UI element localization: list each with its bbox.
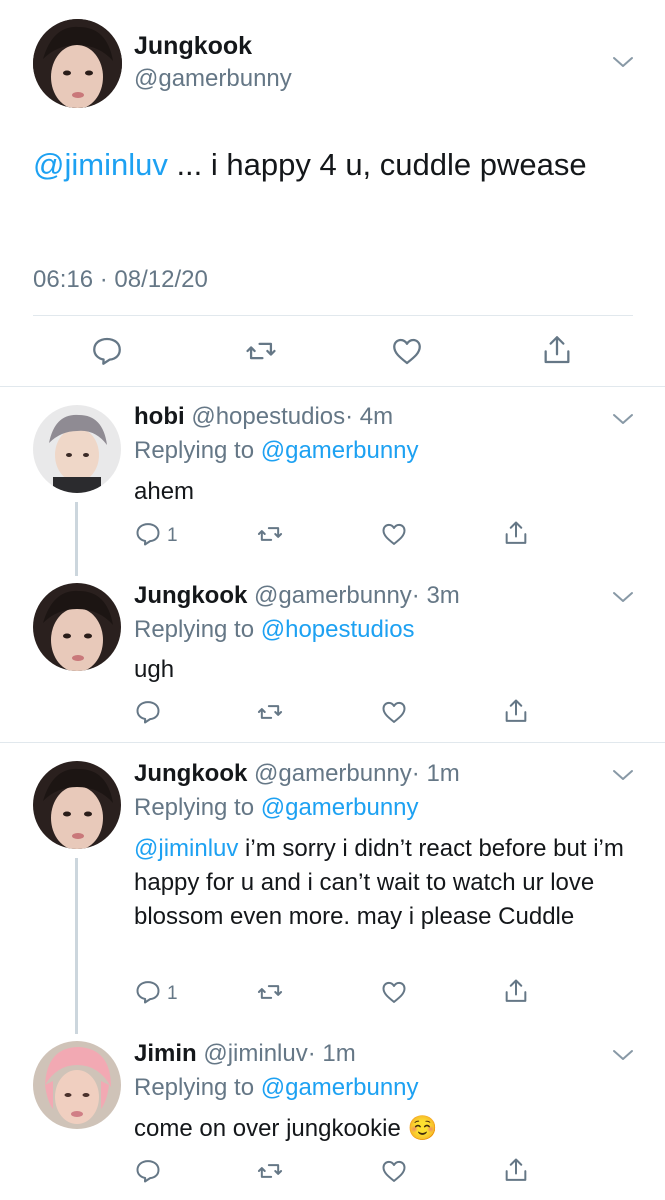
replying-to: Replying to @gamerbunny — [134, 1074, 419, 1102]
divider — [0, 742, 665, 743]
author-name[interactable]: Jimin — [134, 1040, 197, 1067]
like-icon[interactable] — [390, 334, 424, 368]
reply-count: 1 — [167, 983, 178, 1004]
author-handle[interactable]: @gamerbunny — [134, 65, 292, 93]
tweet-text: @jiminluv ... i happy 4 u, cuddle pwease — [33, 138, 623, 192]
replying-to: Replying to @gamerbunny — [134, 437, 419, 465]
author-name[interactable]: Jungkook — [134, 582, 247, 609]
like-icon[interactable] — [380, 1157, 408, 1185]
like-icon[interactable] — [380, 520, 408, 548]
like-icon[interactable] — [380, 978, 408, 1006]
reply-text: @jiminluv i’m sorry i didn’t react befor… — [134, 832, 639, 934]
share-icon[interactable] — [540, 333, 574, 367]
reply-icon[interactable] — [134, 1157, 162, 1185]
replying-to-prefix: Replying to — [134, 437, 261, 464]
reply-time[interactable]: · 3m — [412, 582, 460, 609]
tweet-body: ... i happy 4 u, cuddle pwease — [167, 147, 587, 182]
thread-line — [75, 502, 78, 576]
author-name[interactable]: Jungkook — [134, 32, 252, 61]
author-handle[interactable]: @jiminluv — [203, 1040, 307, 1067]
replying-to: Replying to @gamerbunny — [134, 794, 419, 822]
reply-header: Jungkook @gamerbunny· 3m — [134, 582, 460, 610]
replying-to-prefix: Replying to — [134, 616, 261, 643]
replying-to-prefix: Replying to — [134, 794, 261, 821]
chevron-down-icon[interactable] — [611, 1043, 635, 1067]
reply-time[interactable]: · 1m — [412, 760, 460, 787]
chevron-down-icon[interactable] — [611, 50, 635, 74]
replying-to-link[interactable]: @gamerbunny — [261, 1074, 419, 1101]
author-handle[interactable]: @hopestudios — [191, 403, 345, 430]
retweet-icon[interactable] — [256, 1157, 284, 1185]
author-handle[interactable]: @gamerbunny — [254, 582, 412, 609]
replying-to-link[interactable]: @gamerbunny — [261, 437, 419, 464]
retweet-icon[interactable] — [244, 334, 278, 368]
reply-icon[interactable] — [134, 978, 162, 1006]
reply-icon[interactable] — [134, 520, 162, 548]
like-icon[interactable] — [380, 698, 408, 726]
replying-to-prefix: Replying to — [134, 1074, 261, 1101]
author-handle[interactable]: @gamerbunny — [254, 760, 412, 787]
retweet-icon[interactable] — [256, 698, 284, 726]
author-name[interactable]: Jungkook — [134, 760, 247, 787]
reply-header: Jungkook @gamerbunny· 1m — [134, 760, 460, 788]
share-icon[interactable] — [502, 519, 530, 547]
replying-to-link[interactable]: @hopestudios — [261, 616, 415, 643]
avatar-jimin[interactable] — [33, 1041, 121, 1129]
chevron-down-icon[interactable] — [611, 407, 635, 431]
replying-to: Replying to @hopestudios — [134, 616, 415, 644]
mention-link[interactable]: @jiminluv — [134, 835, 238, 862]
author-name[interactable]: hobi — [134, 403, 185, 430]
share-icon[interactable] — [502, 697, 530, 725]
avatar-jungkook-main[interactable] — [33, 19, 122, 108]
reply-icon[interactable] — [134, 698, 162, 726]
retweet-icon[interactable] — [256, 520, 284, 548]
reply-count: 1 — [167, 525, 178, 546]
mention-link[interactable]: @jiminluv — [33, 147, 168, 182]
divider — [33, 315, 633, 316]
reply-header: hobi @hopestudios· 4m — [134, 403, 393, 431]
chevron-down-icon[interactable] — [611, 763, 635, 787]
reply-time[interactable]: · 4m — [345, 403, 393, 430]
divider — [0, 386, 665, 387]
share-icon[interactable] — [502, 1156, 530, 1184]
avatar-jungkook[interactable] — [33, 583, 121, 671]
reply-time[interactable]: · 1m — [308, 1040, 356, 1067]
tweet-timestamp[interactable]: 06:16 · 08/12/20 — [33, 266, 208, 294]
reply-header: Jimin @jiminluv· 1m — [134, 1040, 356, 1068]
replying-to-link[interactable]: @gamerbunny — [261, 794, 419, 821]
avatar-hobi[interactable] — [33, 405, 121, 493]
reply-icon[interactable] — [90, 334, 124, 368]
thread-line — [75, 858, 78, 1034]
reply-text: ugh — [134, 656, 175, 683]
avatar-jungkook[interactable] — [33, 761, 121, 849]
reply-text: ahem — [134, 478, 195, 505]
chevron-down-icon[interactable] — [611, 585, 635, 609]
share-icon[interactable] — [502, 977, 530, 1005]
retweet-icon[interactable] — [256, 978, 284, 1006]
reply-text: come on over jungkookie ☺️ — [134, 1115, 438, 1142]
